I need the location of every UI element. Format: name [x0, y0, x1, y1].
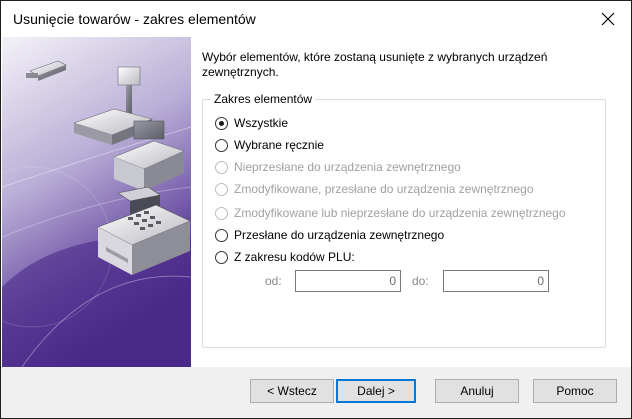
- radio-indicator[interactable]: [215, 228, 228, 242]
- radio-manual[interactable]: Wybrane ręcznie: [215, 136, 324, 154]
- radio-label: Nieprzesłane do urządzenia zewnętrznego: [234, 160, 461, 174]
- range-groupbox: Zakres elementów Wszystkie Wybrane ręczn…: [202, 92, 606, 348]
- window-title: Usunięcie towarów - zakres elementów: [13, 11, 256, 27]
- radio-label: Zmodyfikowane, przesłane do urządzenia z…: [234, 182, 534, 196]
- groupbox-legend: Zakres elementów: [211, 92, 316, 106]
- close-icon: [601, 12, 615, 26]
- plu-from-input[interactable]: 0: [295, 270, 401, 292]
- radio-plu-range[interactable]: Z zakresu kodów PLU:: [215, 248, 355, 266]
- back-button[interactable]: < Wstecz: [250, 379, 334, 403]
- title-bar: Usunięcie towarów - zakres elementów: [1, 1, 631, 37]
- radio-sent[interactable]: Przesłane do urządzenia zewnętrznego: [215, 226, 444, 244]
- radio-indicator: [215, 182, 228, 196]
- radio-modified-sent: Zmodyfikowane, przesłane do urządzenia z…: [215, 180, 534, 198]
- radio-label: Wybrane ręcznie: [234, 138, 324, 152]
- radio-label: Zmodyfikowane lub nieprzesłane do urządz…: [234, 206, 566, 220]
- radio-label: Przesłane do urządzenia zewnętrznego: [234, 228, 445, 242]
- radio-modified-or-not-sent: Zmodyfikowane lub nieprzesłane do urządz…: [215, 204, 566, 222]
- radio-all[interactable]: Wszystkie: [215, 114, 288, 132]
- dialog-window: Usunięcie towarów - zakres elementów Wyb…: [0, 0, 632, 419]
- radio-indicator[interactable]: [215, 138, 228, 152]
- radio-indicator[interactable]: [215, 250, 228, 264]
- help-button[interactable]: Pomoc: [533, 379, 617, 403]
- close-button[interactable]: [585, 1, 631, 37]
- wizard-side-illustration: [2, 37, 191, 367]
- radio-label: Wszystkie: [234, 116, 288, 130]
- wizard-page: Wybór elementów, które zostaną usunięte …: [1, 37, 631, 367]
- plu-to-label: do:: [412, 274, 429, 288]
- next-button[interactable]: Dalej >: [336, 379, 416, 403]
- plu-from-label: od:: [265, 274, 282, 288]
- radio-indicator: [215, 206, 228, 220]
- radio-indicator: [215, 160, 228, 174]
- plu-to-input[interactable]: 0: [443, 270, 549, 292]
- wizard-footer: < Wstecz Dalej > Anuluj Pomoc: [1, 367, 631, 418]
- intro-text: Wybór elementów, które zostaną usunięte …: [202, 50, 548, 79]
- cancel-button[interactable]: Anuluj: [435, 379, 519, 403]
- radio-not-sent: Nieprzesłane do urządzenia zewnętrznego: [215, 158, 461, 176]
- cash-register-illustration: [2, 37, 191, 367]
- radio-indicator[interactable]: [215, 116, 228, 130]
- radio-label: Z zakresu kodów PLU:: [234, 250, 355, 264]
